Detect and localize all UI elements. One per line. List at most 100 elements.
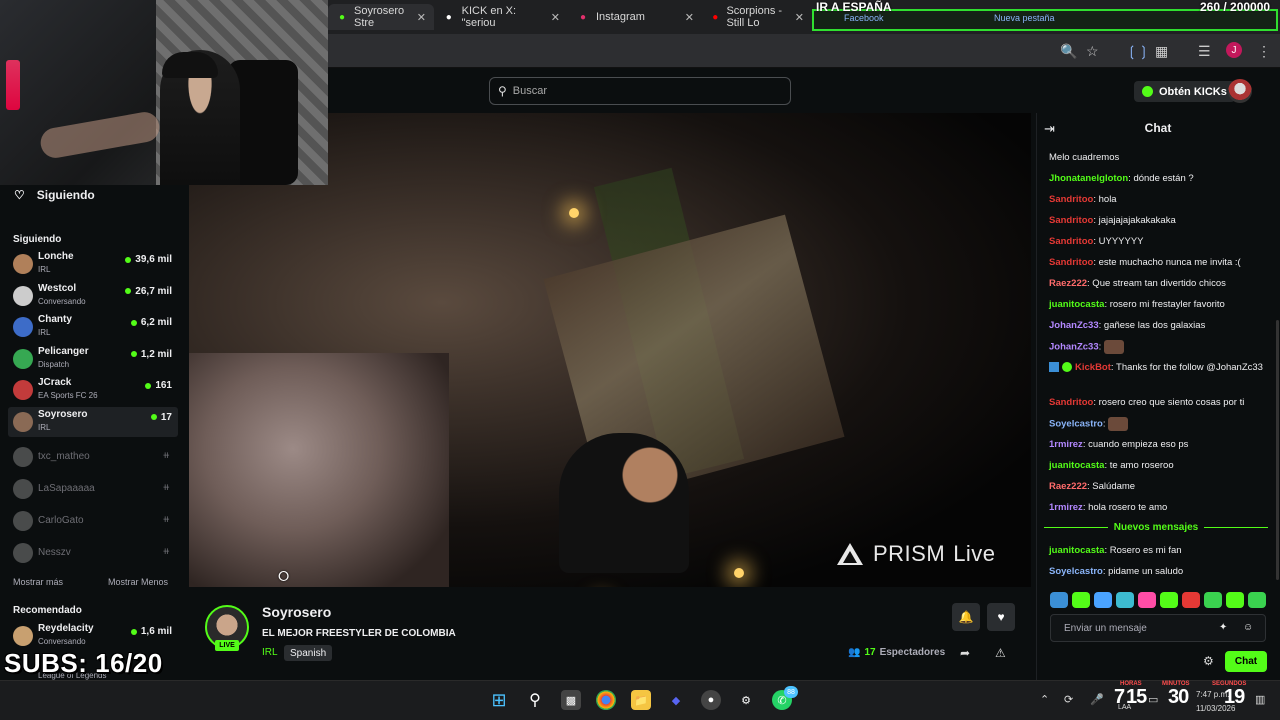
chat-text: : Rosero es mi fan (1104, 545, 1182, 556)
overlay-goal-title: IR A ESPAÑA (816, 0, 892, 14)
channel-viewers: 1,6 mil (130, 626, 172, 637)
chat-username[interactable]: Raez222 (1049, 481, 1087, 492)
profile-avatar[interactable]: J (1226, 42, 1242, 58)
channel-avatar (13, 511, 33, 531)
chat-username[interactable]: Sandritoo (1049, 257, 1093, 268)
stream-title: EL MEJOR FREESTYLER DE COLOMBIA (262, 628, 456, 639)
stream-category-link[interactable]: IRL (262, 647, 278, 658)
browser-menu-icon[interactable]: ⋮ (1257, 43, 1271, 60)
streamer-name[interactable]: Soyrosero (262, 604, 331, 620)
sidebar-channel-offline[interactable]: txc_matheo ⧺ (8, 442, 178, 472)
tab-close-icon[interactable]: ✕ (685, 11, 694, 24)
sidebar-channel-offline[interactable]: CarloGato ⧺ (8, 506, 178, 536)
tray-chevron-icon[interactable]: ⌃ (1040, 693, 1049, 706)
chat-username[interactable]: KickBot (1075, 362, 1111, 373)
extension-audio-icon[interactable]: ❲❳ (1126, 43, 1149, 60)
following-section-title: Siguiendo (13, 234, 62, 245)
emoji-picker-icon[interactable]: ☺ (1243, 622, 1253, 633)
chat-commands-icon[interactable]: ✦ (1219, 622, 1227, 633)
chat-settings-gear-icon[interactable]: ⚙ (1203, 654, 1214, 668)
media-queue-icon[interactable]: ☰ (1198, 43, 1211, 60)
clock-hours: 7 (1114, 686, 1125, 708)
follow-heart-button[interactable]: ♥ (987, 603, 1015, 631)
quick-emote-icon[interactable] (1204, 592, 1222, 608)
channel-avatar (13, 447, 33, 467)
quick-emote-icon[interactable] (1072, 592, 1090, 608)
chat-username[interactable]: JohanZc33 (1049, 342, 1099, 353)
quick-emote-icon[interactable] (1226, 592, 1244, 608)
quick-emote-icon[interactable] (1160, 592, 1178, 608)
bookmark-star-icon[interactable]: ☆ (1086, 43, 1099, 60)
sidebar-channel-jcrack[interactable]: JCrack EA Sports FC 26 161 (8, 375, 178, 405)
chat-username[interactable]: Sandritoo (1049, 397, 1093, 408)
search-input[interactable]: ⚲ Buscar (489, 77, 791, 105)
chat-message: Sandritoo: jajajajajakakakaka (1049, 214, 1271, 227)
browser-tab[interactable]: ● KICK en X: "seriou ✕ (434, 4, 568, 30)
browser-tab[interactable]: ● Scorpions - Still Lo ✕ (702, 4, 812, 30)
live-dot-icon (150, 414, 157, 420)
app-circle-icon[interactable]: ● (701, 690, 721, 710)
get-kicks-button[interactable]: Obtén KICKs (1134, 81, 1235, 102)
page-scrollbar[interactable] (1276, 320, 1279, 580)
stream-language-tag[interactable]: Spanish (284, 645, 333, 661)
share-icon[interactable]: ➦ (960, 646, 970, 660)
browser-tab[interactable]: ● Instagram ✕ (568, 4, 702, 30)
tray-sync-icon[interactable]: ⟳ (1064, 693, 1073, 706)
sidebar-channel-pelicanger[interactable]: Pelicanger Dispatch 1,2 mil (8, 344, 178, 374)
report-warning-icon[interactable]: ⚠ (995, 646, 1006, 660)
browser-tab[interactable]: ● Soyrosero Stre ✕ (328, 4, 434, 30)
app-diamond-icon[interactable]: ◆ (666, 690, 686, 710)
quick-emote-icon[interactable] (1138, 592, 1156, 608)
chrome-icon[interactable] (596, 690, 616, 710)
user-avatar[interactable] (1228, 79, 1252, 103)
chat-username[interactable]: Sandritoo (1049, 194, 1093, 205)
chat-username[interactable]: 1rmirez (1049, 439, 1083, 450)
chat-message-input[interactable]: Enviar un mensaje ✦ ☺ (1050, 614, 1266, 642)
sidebar-channel-offline[interactable]: Nesszv ⧺ (8, 538, 178, 568)
chat-username[interactable]: juanitocasta (1049, 299, 1104, 310)
quick-emote-icon[interactable] (1094, 592, 1112, 608)
show-less-link[interactable]: Mostrar Menos (108, 577, 168, 587)
sidebar-channel-chanty[interactable]: Chanty IRL 6,2 mil (8, 312, 178, 342)
tab-close-icon[interactable]: ✕ (795, 11, 804, 24)
tab-close-icon[interactable]: ✕ (417, 11, 426, 24)
chat-username[interactable]: Sandritoo (1049, 236, 1093, 247)
new-messages-divider[interactable]: Nuevos mensajes (1044, 520, 1268, 534)
tray-mic-icon[interactable]: 🎤 (1090, 693, 1104, 706)
chat-username[interactable]: Raez222 (1049, 278, 1087, 289)
sidebar-channel-soyrosero[interactable]: Soyrosero IRL 17 (8, 406, 178, 437)
quick-emote-icon[interactable] (1116, 592, 1134, 608)
sidebar-channel-reydelacity[interactable]: Reydelacity Conversando 1,6 mil (8, 621, 178, 651)
sidebar-following-header[interactable]: ♡ Siguiendo (14, 188, 95, 202)
send-chat-button[interactable]: Chat (1225, 651, 1267, 672)
quick-emote-icon[interactable] (1248, 592, 1266, 608)
file-explorer-icon[interactable]: 📁 (631, 690, 651, 710)
tab-close-icon[interactable]: ✕ (551, 11, 560, 24)
tray-monitor-icon[interactable]: ▭ (1148, 693, 1158, 706)
quick-emote-icon[interactable] (1050, 592, 1068, 608)
live-dot-icon (145, 382, 152, 389)
sidebar-channel-lonche[interactable]: Lonche IRL 39,6 mil (8, 249, 178, 279)
chat-username[interactable]: Soyelcastro (1049, 566, 1103, 577)
sidebar-channel-offline[interactable]: LaSapaaaaa ⧺ (8, 474, 178, 504)
taskbar-search-icon[interactable]: ⚲ (525, 690, 545, 710)
sidebar-channel-westcol[interactable]: Westcol Conversando 26,7 mil (8, 281, 178, 311)
zoom-icon[interactable]: 🔍 (1060, 43, 1077, 60)
app-gear-icon[interactable]: ⚙ (736, 690, 756, 710)
chat-username[interactable]: Jhonatanelgloton (1049, 173, 1128, 184)
quick-emote-icon[interactable] (1182, 592, 1200, 608)
notification-bell-button[interactable]: 🔔 (952, 603, 980, 631)
chat-username[interactable]: Sandritoo (1049, 215, 1093, 226)
chat-username[interactable]: juanitocasta (1049, 460, 1104, 471)
chat-username[interactable]: juanitocasta (1049, 545, 1104, 556)
chat-username[interactable]: Soyelcastro (1049, 419, 1103, 430)
overlay-goal-count: 260 / 200000 (1200, 0, 1271, 14)
show-more-link[interactable]: Mostrar más (13, 577, 63, 587)
chat-username[interactable]: 1rmirez (1049, 502, 1083, 513)
task-view-icon[interactable]: ▩ (561, 690, 581, 710)
chat-username[interactable]: JohanZc33 (1049, 320, 1099, 331)
notification-icon[interactable]: ▥ (1255, 693, 1265, 706)
extensions-puzzle-icon[interactable]: ▦ (1155, 43, 1168, 60)
windows-start-icon[interactable]: ⊞ (489, 690, 509, 710)
channel-name: Soyrosero (38, 408, 88, 420)
